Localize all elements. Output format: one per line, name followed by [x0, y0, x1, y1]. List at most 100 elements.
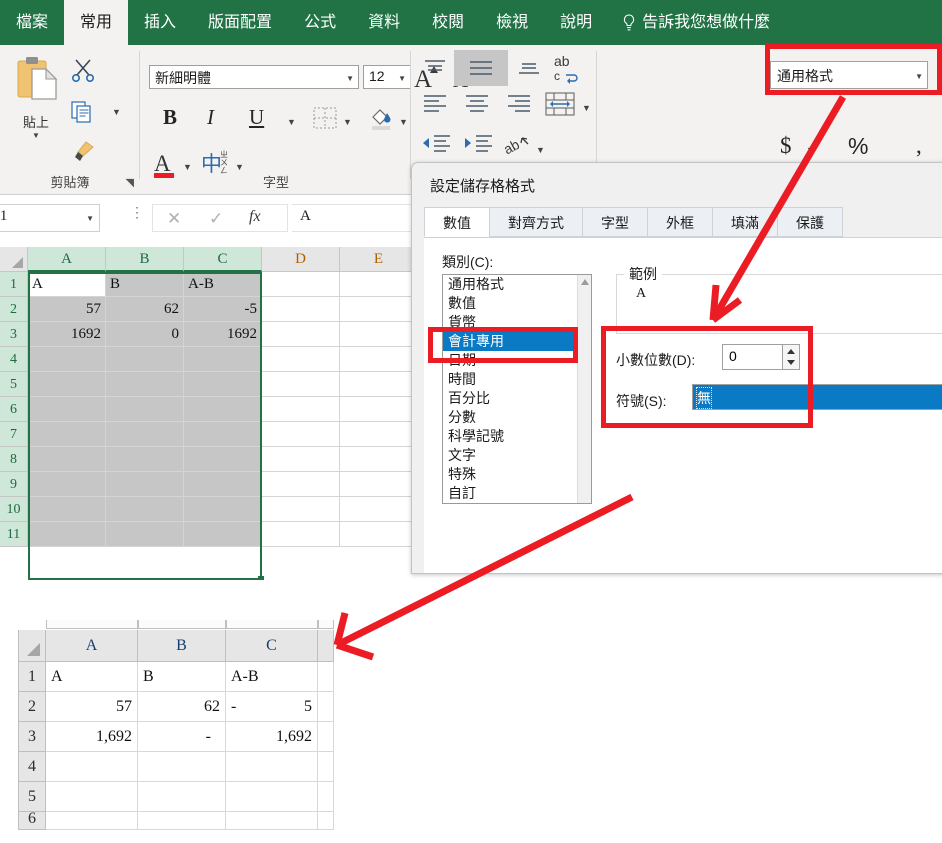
insert-function-icon[interactable]: fx: [249, 208, 261, 226]
table-row[interactable]: 2 57 62 -5: [0, 297, 418, 322]
bcell-d6[interactable]: [318, 812, 334, 830]
paste-button[interactable]: 貼上 ▼: [8, 53, 64, 140]
bcell-b2[interactable]: 62: [138, 692, 226, 722]
bottom-col-header-d[interactable]: [318, 630, 334, 662]
font-color-chevron-down-icon[interactable]: ▼: [183, 162, 192, 172]
cell-a6[interactable]: [28, 397, 106, 422]
font-size-chevron-down-icon[interactable]: ▼: [398, 74, 406, 83]
top-row-header-8[interactable]: 8: [0, 447, 28, 472]
cell-a11[interactable]: [28, 522, 106, 547]
category-scrollbar[interactable]: [577, 275, 591, 503]
bottom-row-header-2[interactable]: 2: [18, 692, 46, 722]
underline-chevron-down-icon[interactable]: ▼: [287, 117, 296, 127]
bottom-col-header-c[interactable]: C: [226, 630, 318, 662]
top-col-header-d[interactable]: D: [262, 247, 340, 272]
bcell-c2[interactable]: - 5: [226, 692, 318, 722]
top-row-header-1[interactable]: 1: [0, 272, 28, 297]
top-col-header-c[interactable]: C: [184, 247, 262, 272]
cell-e2[interactable]: [340, 297, 418, 322]
ribbon-tab-data[interactable]: 資料: [352, 0, 416, 45]
copy-chevron-down-icon[interactable]: ▼: [112, 107, 121, 117]
category-item-special[interactable]: 特殊: [443, 465, 591, 484]
dialog-tab-font[interactable]: 字型: [582, 207, 647, 237]
cell-b3[interactable]: 0: [106, 322, 184, 347]
align-center-icon[interactable]: [462, 92, 492, 123]
table-row[interactable]: 4: [0, 347, 418, 372]
bottom-row-header-4[interactable]: 4: [18, 752, 46, 782]
cell-d5[interactable]: [262, 372, 340, 397]
cell-b2[interactable]: 62: [106, 297, 184, 322]
cell-d1[interactable]: [262, 272, 340, 297]
cell-a5[interactable]: [28, 372, 106, 397]
cell-a2[interactable]: 57: [28, 297, 106, 322]
dialog-tab-fill[interactable]: 填滿: [712, 207, 777, 237]
ribbon-tab-formulas[interactable]: 公式: [288, 0, 352, 45]
bcell-c4[interactable]: [226, 752, 318, 782]
cell-e7[interactable]: [340, 422, 418, 447]
table-row[interactable]: 1 A B A-B: [18, 662, 334, 692]
top-col-header-b[interactable]: B: [106, 247, 184, 272]
percent-format-button[interactable]: %: [848, 133, 868, 160]
merge-chevron-down-icon[interactable]: ▼: [582, 103, 591, 113]
align-bottom-icon[interactable]: [514, 55, 544, 86]
wrap-text-icon[interactable]: ab c: [552, 51, 586, 90]
cell-e6[interactable]: [340, 397, 418, 422]
category-item-text[interactable]: 文字: [443, 446, 591, 465]
cell-b8[interactable]: [106, 447, 184, 472]
cell-d2[interactable]: [262, 297, 340, 322]
table-row[interactable]: 3 1,692 - 1,692: [18, 722, 334, 752]
decrease-indent-icon[interactable]: [420, 133, 452, 164]
cell-e8[interactable]: [340, 447, 418, 472]
cell-a9[interactable]: [28, 472, 106, 497]
cell-e4[interactable]: [340, 347, 418, 372]
cell-e5[interactable]: [340, 372, 418, 397]
cell-a3[interactable]: 1692: [28, 322, 106, 347]
cell-c7[interactable]: [184, 422, 262, 447]
table-row[interactable]: 4: [18, 752, 334, 782]
table-row[interactable]: 10: [0, 497, 418, 522]
cell-c11[interactable]: [184, 522, 262, 547]
comma-format-button[interactable]: ,: [916, 133, 922, 159]
top-row-header-3[interactable]: 3: [0, 322, 28, 347]
align-left-icon[interactable]: [420, 92, 450, 123]
cell-b5[interactable]: [106, 372, 184, 397]
currency-format-button[interactable]: $: [780, 133, 792, 159]
align-top-icon[interactable]: [420, 55, 450, 86]
cell-c1[interactable]: A-B: [184, 272, 262, 297]
table-row[interactable]: 3 1692 0 1692: [0, 322, 418, 347]
bcell-c6[interactable]: [226, 812, 318, 830]
cell-e3[interactable]: [340, 322, 418, 347]
bcell-d2[interactable]: [318, 692, 334, 722]
name-box-chevron-down-icon[interactable]: ▼: [86, 214, 94, 223]
fill-color-icon[interactable]: [369, 105, 395, 136]
merge-cells-icon[interactable]: [544, 90, 576, 123]
cell-e1[interactable]: [340, 272, 418, 297]
bcell-a1[interactable]: A: [46, 662, 138, 692]
bcell-a5[interactable]: [46, 782, 138, 812]
cell-a8[interactable]: [28, 447, 106, 472]
cell-c4[interactable]: [184, 347, 262, 372]
bottom-row-header-3[interactable]: 3: [18, 722, 46, 752]
cell-a10[interactable]: [28, 497, 106, 522]
select-all-corner[interactable]: [0, 247, 28, 272]
bcell-b5[interactable]: [138, 782, 226, 812]
top-col-header-a[interactable]: A: [28, 247, 106, 272]
top-row-header-11[interactable]: 11: [0, 522, 28, 547]
top-row-header-4[interactable]: 4: [0, 347, 28, 372]
bcell-a4[interactable]: [46, 752, 138, 782]
bottom-row-header-1[interactable]: 1: [18, 662, 46, 692]
cell-b9[interactable]: [106, 472, 184, 497]
category-list[interactable]: 通用格式 數值 貨幣 會計專用 日期 時間 百分比 分數 科學記號 文字 特殊 …: [442, 274, 592, 504]
cell-c5[interactable]: [184, 372, 262, 397]
top-col-header-e[interactable]: E: [340, 247, 418, 272]
cell-c9[interactable]: [184, 472, 262, 497]
ribbon-tab-file[interactable]: 檔案: [0, 0, 64, 45]
bottom-spreadsheet[interactable]: A B C 1 A B A-B 2 57 62 - 5 3 1,692 - 1,…: [18, 620, 334, 843]
bottom-col-header-b[interactable]: B: [138, 630, 226, 662]
cell-c8[interactable]: [184, 447, 262, 472]
cell-e9[interactable]: [340, 472, 418, 497]
ribbon-tab-insert[interactable]: 插入: [128, 0, 192, 45]
copy-icon[interactable]: [70, 100, 94, 129]
bold-button[interactable]: B: [163, 105, 177, 130]
format-painter-icon[interactable]: [70, 140, 96, 169]
